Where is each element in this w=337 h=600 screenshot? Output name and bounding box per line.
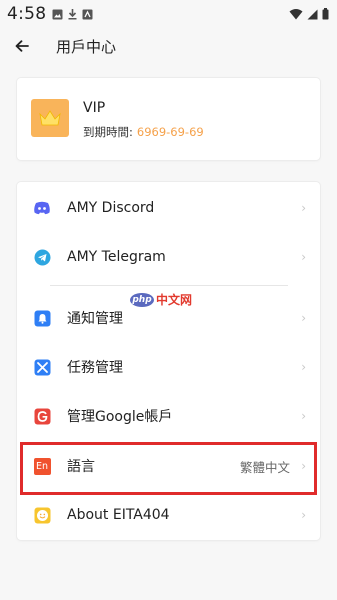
chevron-right-icon: › xyxy=(301,409,306,423)
menu-item-tasks[interactable]: 任務管理 › xyxy=(17,344,320,390)
vip-card[interactable]: VIP 到期時間: 6969-69-69 xyxy=(17,78,320,160)
divider xyxy=(50,285,288,286)
watermark-logo: php xyxy=(130,292,154,307)
notification-icons xyxy=(52,8,93,20)
chevron-right-icon: › xyxy=(301,311,306,325)
vip-name: VIP xyxy=(83,100,106,116)
language-value: 繁體中文 xyxy=(239,459,290,475)
menu-item-label: About EITA404 xyxy=(67,507,170,523)
smiley-icon xyxy=(33,506,51,524)
language-icon: En xyxy=(33,457,51,475)
google-icon xyxy=(33,407,51,425)
menu-item-label: 通知管理 xyxy=(67,311,123,327)
language-icon-text: En xyxy=(33,457,51,475)
menu-item-label: 管理Google帳戶 xyxy=(67,409,173,425)
watermark: php 中文网 xyxy=(130,291,192,308)
watermark-text: 中文网 xyxy=(156,293,193,307)
discord-icon xyxy=(33,199,51,217)
menu-item-label: AMY Telegram xyxy=(67,249,166,265)
signal-icon xyxy=(307,5,318,24)
tools-icon xyxy=(33,358,51,376)
menu-item-telegram[interactable]: AMY Telegram › xyxy=(17,234,320,280)
back-button[interactable] xyxy=(2,28,42,64)
status-time: 4:58 xyxy=(7,4,47,24)
menu-item-label: 語言 xyxy=(67,459,95,475)
download-icon xyxy=(67,8,78,20)
chevron-right-icon: › xyxy=(301,360,306,374)
chevron-right-icon: › xyxy=(301,459,306,473)
app-notification-icon xyxy=(82,9,93,20)
vip-expiry: 到期時間: 6969-69-69 xyxy=(83,124,204,140)
chevron-right-icon: › xyxy=(301,508,306,522)
menu-item-about[interactable]: About EITA404 › xyxy=(17,492,320,538)
chevron-right-icon: › xyxy=(301,201,306,215)
gallery-icon xyxy=(52,9,63,20)
crown-icon xyxy=(31,99,69,137)
bell-icon xyxy=(33,309,51,327)
menu-card: AMY Discord › AMY Telegram › 通知管理 › 任務管理… xyxy=(17,182,320,540)
status-bar: 4:58 xyxy=(0,0,337,28)
status-left: 4:58 xyxy=(7,4,93,24)
chevron-right-icon: › xyxy=(301,250,306,264)
battery-icon xyxy=(322,5,329,24)
app-bar: 用戶中心 xyxy=(0,28,337,64)
menu-item-google-account[interactable]: 管理Google帳戶 › xyxy=(17,393,320,439)
arrow-left-icon xyxy=(15,37,29,56)
menu-item-discord[interactable]: AMY Discord › xyxy=(17,185,320,231)
menu-item-label: 任務管理 xyxy=(67,360,123,376)
menu-item-label: AMY Discord xyxy=(67,200,155,216)
menu-item-language[interactable]: En 語言 繁體中文 › xyxy=(17,443,320,489)
wifi-icon xyxy=(289,5,303,24)
vip-expiry-date: 6969-69-69 xyxy=(136,125,204,139)
page-title: 用戶中心 xyxy=(56,37,117,56)
status-right xyxy=(289,5,329,24)
telegram-icon xyxy=(33,248,51,266)
vip-expiry-label: 到期時間: xyxy=(83,125,133,139)
